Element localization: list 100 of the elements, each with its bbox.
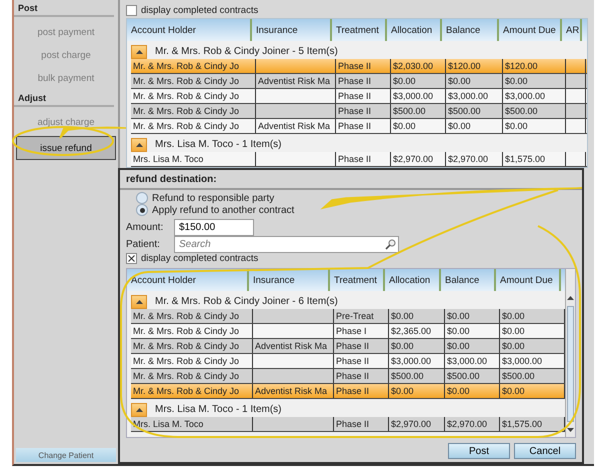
group-title: Mrs. Lisa M. Toco - 1 Item(s) bbox=[155, 139, 282, 150]
column-header[interactable]: Account Holder bbox=[127, 269, 249, 291]
caret-icon[interactable] bbox=[136, 408, 142, 412]
table-cell: Adventist Risk Ma bbox=[253, 384, 334, 398]
table-cell: Phase II bbox=[334, 354, 389, 368]
table-cell: $2,970.00 bbox=[389, 417, 445, 431]
checkbox-label: display completed contracts bbox=[141, 253, 258, 264]
table-cell: Phase II bbox=[336, 119, 391, 133]
table-cell: Phase II bbox=[334, 339, 389, 353]
radio-button[interactable] bbox=[136, 192, 148, 204]
collapse-button[interactable] bbox=[131, 138, 147, 152]
table-cell: $0.00 bbox=[391, 119, 446, 133]
table-row[interactable]: Mr. & Mrs. Rob & Cindy Jo Phase II $500.00 $500.00 $500.00 bbox=[131, 104, 587, 119]
column-header[interactable]: Insurance bbox=[252, 19, 332, 41]
table-row[interactable]: Mr. & Mrs. Rob & Cindy Jo Phase II $3,000.00 $3,000.00 $3,000.00 bbox=[131, 354, 565, 369]
checkbox[interactable] bbox=[126, 253, 137, 264]
column-header[interactable]: Treatment bbox=[330, 269, 385, 291]
dialog-button[interactable]: Cancel bbox=[514, 443, 576, 459]
table-cell: $0.00 bbox=[446, 74, 503, 88]
amount-field[interactable]: $150.00 bbox=[174, 219, 254, 236]
table-row[interactable]: Mr. & Mrs. Rob & Cindy Jo Adventist Risk Ma Phase II $0.00 $0.00 $0.00 bbox=[131, 74, 587, 89]
scroll-up-icon[interactable] bbox=[567, 296, 574, 300]
radio-button[interactable] bbox=[136, 204, 148, 216]
table-cell: Phase II bbox=[336, 59, 391, 73]
table-cell: $0.00 bbox=[503, 74, 566, 88]
table-cell: $0.00 bbox=[389, 309, 445, 323]
table-cell: Mr. & Mrs. Rob & Cindy Jo bbox=[131, 104, 256, 118]
section-title: Adjust bbox=[14, 90, 114, 107]
table-cell: $500.00 bbox=[389, 369, 445, 383]
table-cell: Mr. & Mrs. Rob & Cindy Jo bbox=[131, 89, 256, 103]
table-cell: Adventist Risk Ma bbox=[256, 119, 336, 133]
table-cell: $500.00 bbox=[503, 104, 566, 118]
scroll-down-icon[interactable] bbox=[567, 428, 574, 432]
table-cell: Mr. & Mrs. Rob & Cindy Jo bbox=[131, 59, 256, 73]
table-cell: Mr. & Mrs. Rob & Cindy Jo bbox=[131, 384, 253, 398]
radio-label: Refund to responsible party bbox=[152, 192, 274, 204]
group-title: Mrs. Lisa M. Toco - 1 Item(s) bbox=[155, 404, 282, 415]
table-cell: Phase II bbox=[336, 104, 391, 118]
table-cell: Phase II bbox=[336, 74, 391, 88]
column-header[interactable]: Insurance bbox=[249, 269, 330, 291]
group-title: Mr. & Mrs. Rob & Cindy Joiner - 5 Item(s) bbox=[155, 46, 338, 57]
column-header[interactable]: Account Holder bbox=[127, 19, 252, 41]
table-cell: Mr. & Mrs. Rob & Cindy Jo bbox=[131, 354, 253, 368]
table-cell: Phase II bbox=[334, 369, 389, 383]
table-cell: Pre-Treat bbox=[334, 309, 389, 323]
table-row[interactable]: Mr. & Mrs. Rob & Cindy Jo Phase II $500.00 $500.00 $500.00 bbox=[131, 369, 565, 384]
caret-icon[interactable] bbox=[136, 300, 142, 304]
table-cell: $3,000.00 bbox=[503, 89, 566, 103]
search-field[interactable]: Search bbox=[174, 236, 399, 253]
table-cell: $0.00 bbox=[389, 339, 445, 353]
table-cell: Phase II bbox=[336, 89, 391, 103]
column-header[interactable]: Allocation bbox=[387, 19, 442, 41]
table-cell: $500.00 bbox=[445, 369, 500, 383]
table-cell: $3,000.00 bbox=[389, 354, 445, 368]
table-row[interactable]: Mr. & Mrs. Rob & Cindy Jo Adventist Risk Ma Phase II $0.00 $0.00 $0.00 bbox=[131, 339, 565, 354]
table-cell: $1,575.00 bbox=[503, 152, 566, 166]
table-cell: Phase II bbox=[336, 152, 391, 166]
table-cell: Mr. & Mrs. Rob & Cindy Jo bbox=[131, 339, 253, 353]
sidebar-item[interactable]: issue refund bbox=[16, 136, 116, 160]
table-row[interactable]: Mrs. Lisa M. Toco Phase II $2,970.00 $2,970.00 $1,575.00 bbox=[131, 152, 587, 167]
column-header[interactable]: Allocation bbox=[385, 269, 441, 291]
column-header[interactable]: Amount Due bbox=[499, 19, 562, 41]
table-cell: $2,970.00 bbox=[446, 152, 503, 166]
radio-label: Apply refund to another contract bbox=[152, 204, 294, 216]
table-cell: $0.00 bbox=[445, 324, 500, 338]
change-patient-button[interactable]: Change Patient bbox=[16, 448, 116, 462]
table-cell: $120.00 bbox=[503, 59, 566, 73]
column-header[interactable]: Balance bbox=[441, 269, 496, 291]
table-row[interactable]: Mr. & Mrs. Rob & Cindy Jo Phase II $3,000.00 $3,000.00 $3,000.00 bbox=[131, 89, 587, 104]
checkbox[interactable] bbox=[126, 4, 137, 16]
checkbox-label: display completed contracts bbox=[141, 4, 258, 16]
column-header[interactable]: Treatment bbox=[332, 19, 387, 41]
table-cell: $0.00 bbox=[503, 119, 566, 133]
table-cell: Phase II bbox=[334, 384, 389, 398]
table-row[interactable]: Mr. & Mrs. Rob & Cindy Jo Phase II $2,030.00 $120.00 $120.00 bbox=[131, 59, 587, 74]
table-cell: $0.00 bbox=[391, 74, 446, 88]
dialog-button[interactable]: Post bbox=[448, 443, 510, 459]
table-row[interactable]: Mr. & Mrs. Rob & Cindy Jo Phase I $2,365.00 $0.00 $0.00 bbox=[131, 324, 565, 339]
table-cell: $0.00 bbox=[445, 309, 500, 323]
column-header[interactable]: Balance bbox=[442, 19, 499, 41]
table-cell: $3,000.00 bbox=[446, 89, 503, 103]
collapse-button[interactable] bbox=[131, 294, 147, 308]
table-cell: $2,970.00 bbox=[445, 417, 500, 431]
table-cell: Mr. & Mrs. Rob & Cindy Jo bbox=[131, 309, 253, 323]
group-title: Mr. & Mrs. Rob & Cindy Joiner - 6 Item(s) bbox=[155, 296, 338, 307]
table-cell: $0.00 bbox=[446, 119, 503, 133]
table-cell: Mr. & Mrs. Rob & Cindy Jo bbox=[131, 119, 256, 133]
table-cell: Adventist Risk Ma bbox=[256, 74, 336, 88]
table-row[interactable]: Mr. & Mrs. Rob & Cindy Jo Adventist Risk Ma Phase II $0.00 $0.00 $0.00 bbox=[131, 119, 587, 134]
table-row[interactable]: Mr. & Mrs. Rob & Cindy Jo Pre-Treat $0.00 $0.00 $0.00 bbox=[131, 309, 565, 324]
table-cell: $2,970.00 bbox=[391, 152, 446, 166]
collapse-button[interactable] bbox=[131, 402, 147, 416]
table-cell: Mr. & Mrs. Rob & Cindy Jo bbox=[131, 74, 256, 88]
table-row[interactable]: Mr. & Mrs. Rob & Cindy Jo Adventist Risk Ma Phase II $0.00 $0.00 $0.00 bbox=[131, 384, 565, 399]
scrollbar[interactable] bbox=[565, 269, 575, 437]
column-header[interactable]: AR bbox=[562, 19, 582, 41]
column-header[interactable]: Amount Due bbox=[496, 269, 561, 291]
collapse-button[interactable] bbox=[131, 44, 147, 58]
caret-icon[interactable] bbox=[136, 142, 142, 146]
caret-icon[interactable] bbox=[136, 50, 142, 54]
